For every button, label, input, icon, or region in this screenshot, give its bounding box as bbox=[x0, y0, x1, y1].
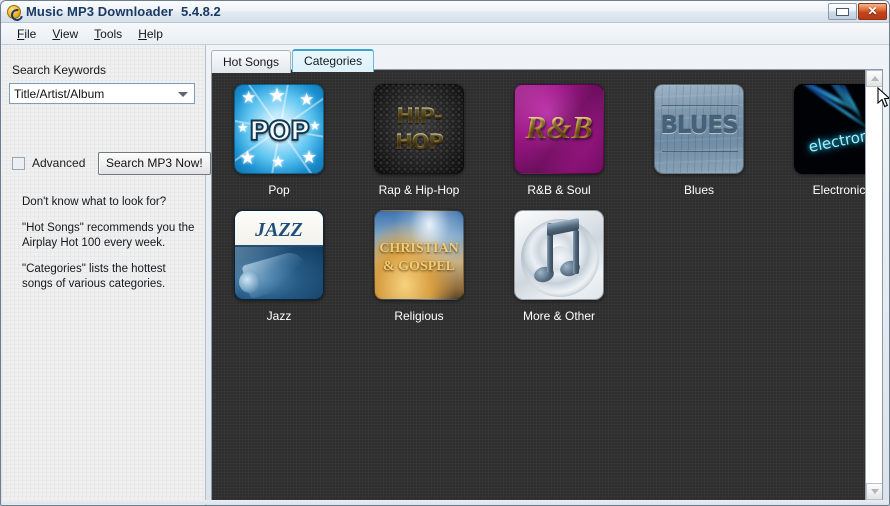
categories-row: JAZZ Jazz CHRISTIAN & GOSPEL Religious M… bbox=[234, 210, 866, 323]
sidebar: Search Keywords Title/Artist/Album Advan… bbox=[2, 45, 211, 505]
category-item-blues[interactable]: BLUES Blues bbox=[654, 84, 744, 197]
jazz-art-text: JAZZ bbox=[255, 219, 303, 241]
jazz-tile-art: JAZZ bbox=[234, 210, 324, 300]
menu-item-help[interactable]: Help bbox=[130, 25, 171, 43]
menu-item-file[interactable]: File bbox=[9, 25, 44, 43]
window-version: 5.4.8.2 bbox=[181, 4, 221, 19]
menu-item-tools[interactable]: Tools bbox=[86, 25, 130, 43]
window-title: Music MP3 Downloader bbox=[26, 4, 174, 19]
minimize-button[interactable] bbox=[828, 3, 857, 20]
category-item-religious[interactable]: CHRISTIAN & GOSPEL Religious bbox=[374, 210, 464, 323]
category-label-religious: Religious bbox=[394, 309, 444, 323]
category-label-more-other: More & Other bbox=[522, 309, 596, 323]
content-panel: ★ ★ ★ ★ ★ ★ ★ ★ POP Pop HIP- HOP Rap & H… bbox=[211, 69, 883, 501]
title-bar: Music MP3 Downloader 5.4.8.2 ✕ bbox=[1, 1, 889, 23]
rnb-tile-art: R&B bbox=[514, 84, 604, 174]
rnb-art-text: R&B bbox=[515, 109, 603, 146]
tab-hot-songs[interactable]: Hot Songs bbox=[211, 50, 292, 73]
status-bar bbox=[2, 500, 889, 504]
search-mp3-now-button[interactable]: Search MP3 Now! bbox=[98, 152, 211, 175]
scroll-down-button[interactable] bbox=[866, 483, 882, 500]
category-item-rap-hiphop[interactable]: HIP- HOP Rap & Hip-Hop bbox=[374, 84, 464, 197]
chevron-down-icon bbox=[871, 489, 879, 494]
advanced-checkbox[interactable] bbox=[12, 156, 25, 170]
tab-categories[interactable]: Categories bbox=[292, 49, 375, 72]
menu-item-view[interactable]: View bbox=[44, 25, 86, 43]
hiphop-art-line1: HIP- bbox=[375, 104, 463, 128]
religious-tile-art: CHRISTIAN & GOSPEL bbox=[374, 210, 464, 300]
mouse-cursor bbox=[877, 87, 889, 108]
rap-hiphop-tile-art: HIP- HOP bbox=[374, 84, 464, 174]
window-controls: ✕ bbox=[828, 3, 887, 20]
more-other-tile-art bbox=[514, 210, 604, 300]
religious-art-line1: CHRISTIAN bbox=[379, 241, 459, 256]
vertical-scrollbar[interactable] bbox=[865, 70, 882, 500]
help-text-block: Don't know what to look for? "Hot Songs"… bbox=[22, 195, 197, 303]
categories-grid: ★ ★ ★ ★ ★ ★ ★ ★ POP Pop HIP- HOP Rap & H… bbox=[212, 70, 882, 500]
category-item-more-other[interactable]: More & Other bbox=[514, 210, 604, 323]
category-label-blues: Blues bbox=[683, 183, 715, 197]
advanced-checkbox-row[interactable]: Advanced bbox=[12, 156, 85, 170]
blues-tile-art: BLUES bbox=[654, 84, 744, 174]
chevron-up-icon bbox=[871, 76, 879, 81]
help-line-3: "Categories" lists the hottest songs of … bbox=[22, 263, 166, 290]
tab-strip: Hot Songs Categories bbox=[211, 49, 375, 73]
menu-view-rest: iew bbox=[60, 26, 79, 41]
close-button[interactable]: ✕ bbox=[858, 3, 887, 20]
menu-file-rest: ile bbox=[24, 26, 37, 41]
hiphop-art-line2: HOP bbox=[375, 130, 463, 154]
app-window: Music MP3 Downloader 5.4.8.2 ✕ File View… bbox=[0, 0, 890, 506]
category-label-rnb-soul: R&B & Soul bbox=[527, 183, 591, 197]
search-input[interactable]: Title/Artist/Album bbox=[9, 83, 195, 104]
category-item-pop[interactable]: ★ ★ ★ ★ ★ ★ ★ ★ POP Pop bbox=[234, 84, 324, 197]
blues-art-text: BLUES bbox=[660, 113, 738, 139]
help-line-2: "Hot Songs" recommends you the Airplay H… bbox=[22, 222, 195, 249]
category-item-jazz[interactable]: JAZZ Jazz bbox=[234, 210, 324, 323]
help-line-1: Don't know what to look for? bbox=[22, 196, 167, 208]
close-icon: ✕ bbox=[867, 4, 878, 18]
menu-help-rest: elp bbox=[146, 26, 163, 41]
category-label-pop: Pop bbox=[268, 183, 290, 197]
categories-row: ★ ★ ★ ★ ★ ★ ★ ★ POP Pop HIP- HOP Rap & H… bbox=[234, 84, 882, 197]
search-input-value: Title/Artist/Album bbox=[14, 87, 105, 101]
app-icon bbox=[7, 5, 21, 19]
religious-art-line2: & GOSPEL bbox=[383, 259, 455, 274]
scroll-up-button[interactable] bbox=[866, 70, 882, 87]
category-item-rnb-soul[interactable]: R&B R&B & Soul bbox=[514, 84, 604, 197]
menu-tools-rest: ools bbox=[100, 26, 123, 41]
menu-bar: File View Tools Help bbox=[1, 23, 889, 45]
pop-art-text: POP bbox=[248, 115, 311, 148]
category-label-jazz: Jazz bbox=[266, 309, 292, 323]
chevron-down-icon[interactable] bbox=[178, 92, 188, 97]
pop-tile-art: ★ ★ ★ ★ ★ ★ ★ ★ POP bbox=[234, 84, 324, 174]
search-keywords-label: Search Keywords bbox=[12, 63, 107, 77]
minimize-icon bbox=[836, 8, 849, 16]
advanced-checkbox-label: Advanced bbox=[32, 156, 86, 170]
category-label-rap-hiphop: Rap & Hip-Hop bbox=[378, 183, 460, 197]
